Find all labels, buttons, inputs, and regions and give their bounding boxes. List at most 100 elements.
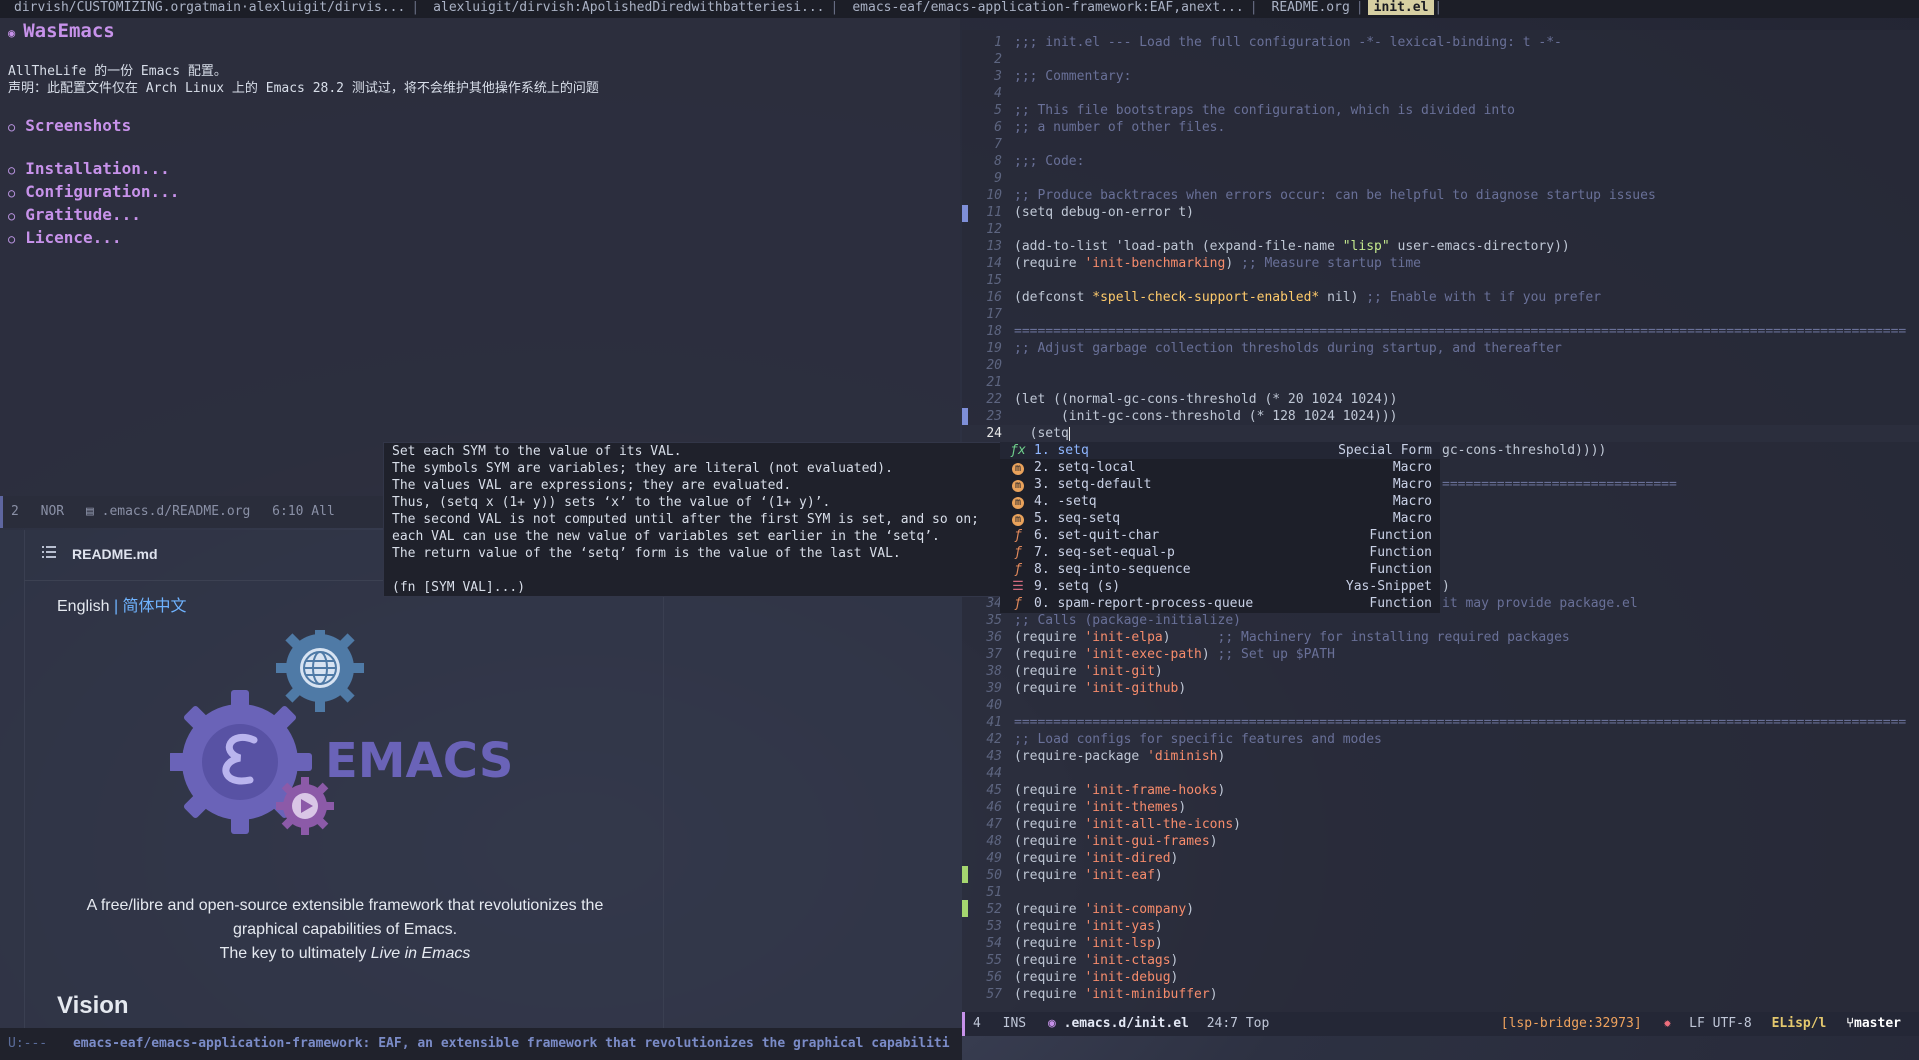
completion-item[interactable]: ƒx 1. setq Special Form bbox=[1000, 442, 1440, 459]
code-line: 42;; Load configs for specific features … bbox=[986, 732, 1382, 747]
readme-description: A free/libre and open-source extensible … bbox=[40, 894, 650, 966]
completion-item[interactable]: m 5. seq-setq Macro bbox=[1000, 510, 1440, 527]
code-line: 38 (require 'init-git) bbox=[986, 664, 1163, 679]
doc-line: The return value of the ‘setq’ form is t… bbox=[392, 546, 901, 561]
code-line: 17 bbox=[986, 307, 1002, 322]
code-line: 10;; Produce backtraces when errors occu… bbox=[986, 188, 1656, 203]
lsp-bridge-status[interactable]: [lsp-bridge:32973] bbox=[1501, 1016, 1642, 1031]
modeline-right-segment: [lsp-bridge:32973] ✹ LF UTF-8 ELisp/l ⑂m… bbox=[1501, 1012, 1901, 1036]
divider bbox=[663, 594, 664, 1028]
circle-bullet-icon: ○ bbox=[8, 186, 16, 200]
window-number: 2 bbox=[11, 504, 19, 519]
circle-bullet-icon: ○ bbox=[8, 163, 16, 177]
tab-emacs-eaf[interactable]: emacs-eaf/emacs-application-framework:EA… bbox=[838, 0, 1249, 15]
code-line: 56 (require 'init-debug) bbox=[986, 970, 1179, 985]
code-line: 54 (require 'init-lsp) bbox=[986, 936, 1163, 951]
completion-item[interactable]: m 2. setq-local Macro bbox=[1000, 459, 1440, 476]
circle-bullet-icon: ○ bbox=[8, 209, 16, 223]
org-buffer[interactable]: ◉ WasEmacs AllTheLife 的一份 Emacs 配置。 声明：此配… bbox=[0, 18, 960, 496]
code-line: 41 ======================================… bbox=[986, 715, 1907, 730]
tab-bar: dirvish/CUSTOMIZING.orgatmain·alexluigit… bbox=[0, 0, 1919, 18]
code-line: 40 bbox=[986, 698, 1002, 713]
code-line: 7 bbox=[994, 137, 1002, 152]
code-line-current[interactable]: 24 (setq bbox=[962, 425, 1919, 442]
code-line: 57 (require 'init-minibuffer) bbox=[986, 987, 1218, 1002]
doc-line: The symbols SYM are variables; they are … bbox=[392, 461, 893, 476]
org-bullet-icon: ◉ bbox=[8, 26, 16, 40]
readme-webview[interactable]: README.md English | 简体中文 EMACS A free/li… bbox=[0, 530, 962, 1028]
code-line: 51 bbox=[986, 885, 1002, 900]
completion-item[interactable]: ƒ 8. seq-into-sequence Function bbox=[1000, 561, 1440, 578]
completion-item[interactable]: ƒ 0. spam-report-process-queue Function bbox=[1000, 595, 1440, 612]
code-line: 37 (require 'init-exec-path) ;; Set up $P… bbox=[986, 647, 1335, 662]
code-line-fragment: it may provide package.el bbox=[1442, 596, 1638, 611]
tab-readme-org[interactable]: README.org bbox=[1258, 0, 1356, 15]
file-icon: ▤ bbox=[85, 504, 94, 519]
code-line: 5;; This file bootstraps the configurati… bbox=[994, 103, 1515, 118]
completion-item[interactable]: ☰ 9. setq (s) Yas-Snippet bbox=[1000, 578, 1440, 595]
modeline-init-el: 4 INS ◉ .emacs.d/init.el 24:7 Top [lsp-b… bbox=[962, 1012, 1919, 1036]
debug-bug-icon[interactable]: ✹ bbox=[1663, 1016, 1671, 1031]
org-heading-gratitude[interactable]: ○ Gratitude... bbox=[8, 205, 141, 224]
code-line: 13 (add-to-list 'load-path (expand-file-n… bbox=[986, 239, 1570, 254]
encoding-indicator[interactable]: LF UTF-8 bbox=[1689, 1016, 1752, 1031]
code-line: 14 (require 'init-benchmarking) ;; Measur… bbox=[986, 256, 1422, 271]
code-line: 55 (require 'init-ctags) bbox=[986, 953, 1179, 968]
special-form-icon: ƒx bbox=[1010, 443, 1026, 458]
doc-line: (fn [SYM VAL]...) bbox=[392, 580, 526, 595]
code-line-fragment: gc-cons-threshold)))) bbox=[1442, 443, 1607, 458]
code-line: 6;; a number of other files. bbox=[994, 120, 1226, 135]
echo-message: emacs-eaf/emacs-application-framework: E… bbox=[72, 1036, 950, 1051]
macro-icon: m bbox=[1012, 463, 1024, 475]
git-branch[interactable]: master bbox=[1854, 1016, 1901, 1031]
code-line: 45 (require 'init-frame-hooks) bbox=[986, 783, 1226, 798]
code-line: 44 bbox=[986, 766, 1002, 781]
code-line: 39 (require 'init-github) bbox=[986, 681, 1187, 696]
evil-state: NOR bbox=[40, 504, 65, 519]
org-heading-configuration[interactable]: ○ Configuration... bbox=[8, 182, 179, 201]
completion-item[interactable]: m 3. setq-default Macro bbox=[1000, 476, 1440, 493]
org-heading-installation[interactable]: ○ Installation... bbox=[8, 159, 170, 178]
tab-dirvish-customizing[interactable]: dirvish/CUSTOMIZING.orgatmain·alexluigit… bbox=[0, 0, 411, 15]
tab-separator: | bbox=[1355, 0, 1364, 15]
code-line-fragment: ) bbox=[1442, 579, 1450, 594]
cursor-position: 6:10 All bbox=[272, 504, 335, 519]
desc-line: graphical capabilities of Emacs. bbox=[232, 921, 458, 938]
code-line: 47 (require 'init-all-the-icons) bbox=[986, 817, 1241, 832]
code-line: 52 (require 'init-company) bbox=[986, 902, 1195, 917]
code-line: 35;; Calls (package-initialize) bbox=[986, 613, 1241, 628]
code-line: 11 (setq debug-on-error t) bbox=[986, 205, 1195, 220]
function-icon: ƒ bbox=[1014, 545, 1022, 560]
major-mode[interactable]: ELisp/l bbox=[1772, 1016, 1827, 1031]
lang-separator: | bbox=[113, 598, 119, 615]
code-line: 19;; Adjust garbage collection threshold… bbox=[986, 341, 1562, 356]
desc-line: A free/libre and open-source extensible … bbox=[86, 897, 604, 914]
buffer-name: .emacs.d/README.org bbox=[101, 504, 251, 519]
completion-item[interactable]: ƒ 7. seq-set-equal-p Function bbox=[1000, 544, 1440, 561]
org-heading-licence[interactable]: ○ Licence... bbox=[8, 228, 122, 247]
modeline-indicator bbox=[0, 496, 3, 528]
doc-line: each VAL can use the new value of variab… bbox=[392, 529, 940, 544]
org-title: ◉ WasEmacs bbox=[8, 20, 115, 42]
tab-dirvish-repo[interactable]: alexluigit/dirvish:ApolishedDiredwithbat… bbox=[419, 0, 830, 15]
macro-icon: m bbox=[1012, 497, 1024, 509]
tab-separator: | bbox=[411, 0, 420, 15]
code-line: 16 (defconst *spell-check-support-enabled… bbox=[986, 290, 1602, 305]
code-line: 48 (require 'init-gui-frames) bbox=[986, 834, 1218, 849]
tab-init-el[interactable]: init.el bbox=[1367, 0, 1435, 15]
tab-separator: | bbox=[1249, 0, 1258, 15]
logo-text: EMACS bbox=[325, 733, 513, 789]
lang-chinese-link[interactable]: 简体中文 bbox=[123, 598, 187, 615]
completion-item[interactable]: ƒ 6. set-quit-char Function bbox=[1000, 527, 1440, 544]
eldoc-popup: Set each SYM to the value of its VAL. Th… bbox=[383, 442, 1001, 597]
language-switcher: English | 简体中文 bbox=[57, 592, 187, 616]
completion-item[interactable]: m 4. -setq Macro bbox=[1000, 493, 1440, 510]
doc-line: The second VAL is not computed until aft… bbox=[392, 512, 979, 527]
completion-menu[interactable]: ƒx 1. setq Special Form m 2. setq-local Macr… bbox=[1000, 442, 1440, 613]
list-icon[interactable] bbox=[42, 546, 56, 558]
cursor-position: 24:7 Top bbox=[1206, 1016, 1270, 1031]
org-heading-screenshots[interactable]: ○ Screenshots bbox=[8, 116, 131, 135]
function-icon: ƒ bbox=[1014, 528, 1022, 543]
code-line: 18 ======================================… bbox=[986, 324, 1907, 339]
buffer-name: .emacs.d/init.el bbox=[1063, 1016, 1189, 1031]
